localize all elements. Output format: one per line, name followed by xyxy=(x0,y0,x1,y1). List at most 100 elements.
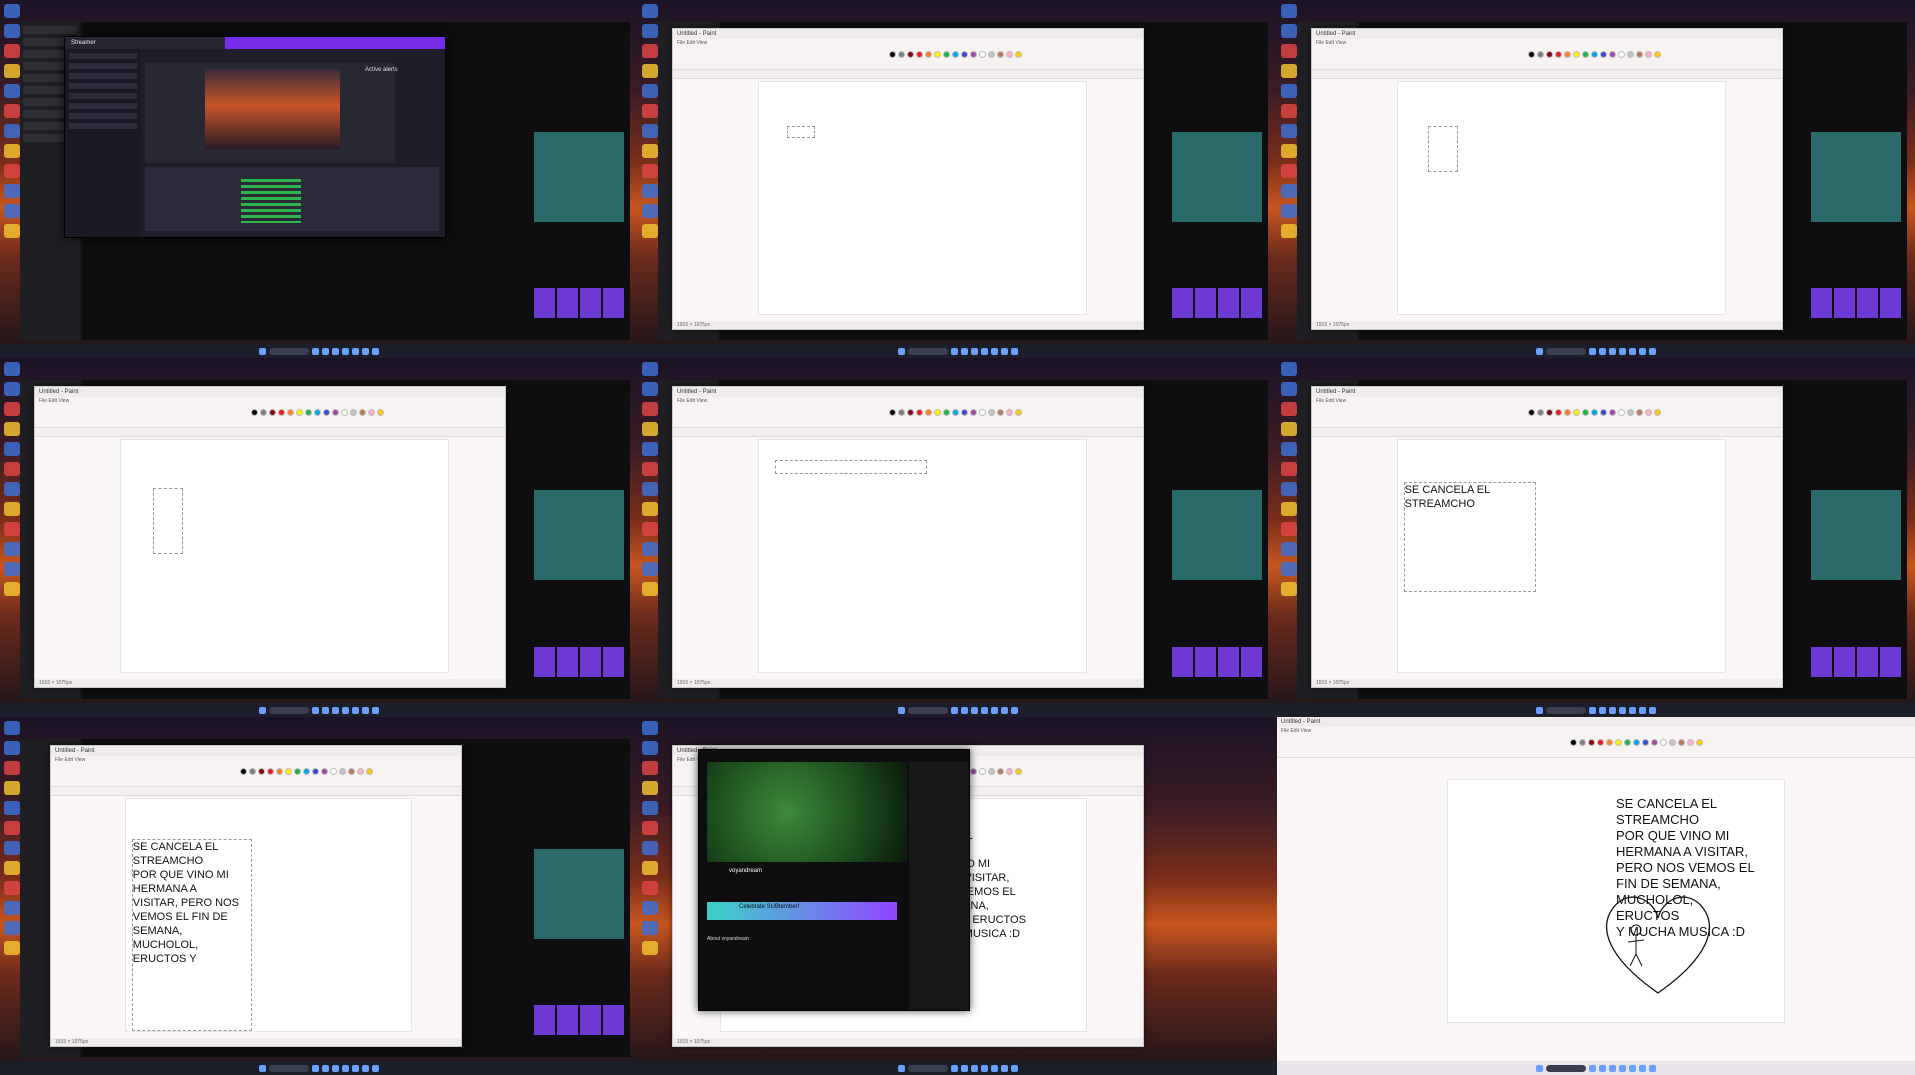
color-swatch[interactable] xyxy=(1555,51,1563,58)
color-swatch[interactable] xyxy=(260,409,268,416)
text-box[interactable]: SE CANCELA EL STREAMCHO POR QUE VINO MI … xyxy=(1616,796,1756,939)
paint-canvas[interactable]: SE CANCELA EL STREAMCHO POR QUE VINO MI … xyxy=(1447,779,1785,1023)
color-swatch[interactable] xyxy=(1669,739,1677,746)
color-swatch[interactable] xyxy=(970,768,978,775)
color-swatch[interactable] xyxy=(1582,409,1590,416)
paint-window[interactable]: Untitled - Paint File Edit View SE CANCE… xyxy=(1311,386,1783,688)
color-swatch[interactable] xyxy=(943,409,951,416)
paint-menu[interactable]: File Edit View xyxy=(51,756,461,764)
color-swatch[interactable] xyxy=(269,409,277,416)
color-swatch[interactable] xyxy=(314,409,322,416)
taskbar[interactable] xyxy=(1277,344,1915,358)
color-swatch[interactable] xyxy=(943,51,951,58)
color-swatch[interactable] xyxy=(293,768,301,775)
color-swatch[interactable] xyxy=(1015,768,1023,775)
color-swatch[interactable] xyxy=(979,409,987,416)
paint-menu[interactable]: File Edit View xyxy=(35,397,505,405)
ad-panel[interactable] xyxy=(1172,490,1262,580)
color-swatch[interactable] xyxy=(1537,51,1545,58)
text-toolbar[interactable] xyxy=(1312,70,1782,79)
search-box[interactable] xyxy=(269,706,309,714)
paint-ribbon[interactable] xyxy=(1277,735,1915,758)
color-palette[interactable] xyxy=(1528,409,1662,416)
taskbar[interactable] xyxy=(638,1061,1277,1075)
paint-window[interactable]: Untitled - Paint File Edit View 1915 × 1… xyxy=(34,386,506,688)
color-swatch[interactable] xyxy=(338,768,346,775)
color-swatch[interactable] xyxy=(997,768,1005,775)
paint-window[interactable]: Untitled - Paint File Edit View 1915 × 1… xyxy=(672,28,1144,330)
stream-video[interactable] xyxy=(707,762,907,862)
color-swatch[interactable] xyxy=(1654,409,1662,416)
color-swatch[interactable] xyxy=(356,768,364,775)
color-swatch[interactable] xyxy=(907,409,915,416)
color-swatch[interactable] xyxy=(329,768,337,775)
channel-name[interactable]: voyandream xyxy=(729,868,762,874)
color-swatch[interactable] xyxy=(347,768,355,775)
color-swatch[interactable] xyxy=(257,768,265,775)
color-swatch[interactable] xyxy=(239,768,247,775)
paint-canvas[interactable] xyxy=(119,439,449,673)
text-toolbar[interactable] xyxy=(673,70,1143,79)
color-swatch[interactable] xyxy=(278,409,286,416)
color-palette[interactable] xyxy=(239,768,373,775)
ad-panel[interactable] xyxy=(1811,490,1901,580)
paint-menu[interactable]: File Edit View xyxy=(1312,39,1782,47)
ad-panel[interactable] xyxy=(1811,132,1901,222)
thumbnail-strip[interactable] xyxy=(534,647,624,677)
color-swatch[interactable] xyxy=(248,768,256,775)
color-swatch[interactable] xyxy=(988,768,996,775)
color-swatch[interactable] xyxy=(368,409,376,416)
paint-window[interactable]: Untitled - Paint File Edit View SE CANCE… xyxy=(1277,717,1915,1075)
color-swatch[interactable] xyxy=(1606,739,1614,746)
color-swatch[interactable] xyxy=(311,768,319,775)
paint-ribbon[interactable] xyxy=(673,47,1143,70)
color-swatch[interactable] xyxy=(377,409,385,416)
color-swatch[interactable] xyxy=(1591,51,1599,58)
taskbar[interactable] xyxy=(0,703,638,717)
color-swatch[interactable] xyxy=(350,409,358,416)
color-swatch[interactable] xyxy=(1654,51,1662,58)
color-swatch[interactable] xyxy=(988,51,996,58)
color-swatch[interactable] xyxy=(1564,51,1572,58)
color-swatch[interactable] xyxy=(925,409,933,416)
paint-ribbon[interactable] xyxy=(1312,405,1782,428)
color-swatch[interactable] xyxy=(296,409,304,416)
thumbnail-strip[interactable] xyxy=(534,288,624,318)
color-swatch[interactable] xyxy=(889,409,897,416)
thumbnail-strip[interactable] xyxy=(1811,647,1901,677)
color-swatch[interactable] xyxy=(1645,51,1653,58)
color-swatch[interactable] xyxy=(961,409,969,416)
color-swatch[interactable] xyxy=(1687,739,1695,746)
color-swatch[interactable] xyxy=(1645,409,1653,416)
color-swatch[interactable] xyxy=(1651,739,1659,746)
color-palette[interactable] xyxy=(251,409,385,416)
color-swatch[interactable] xyxy=(1696,739,1704,746)
color-palette[interactable] xyxy=(889,51,1023,58)
text-toolbar[interactable] xyxy=(35,428,505,437)
thumbnail-strip[interactable] xyxy=(1811,288,1901,318)
color-swatch[interactable] xyxy=(970,409,978,416)
color-swatch[interactable] xyxy=(952,409,960,416)
taskbar[interactable] xyxy=(1277,1061,1915,1075)
paint-canvas[interactable] xyxy=(757,81,1087,315)
text-box[interactable] xyxy=(786,126,815,138)
color-swatch[interactable] xyxy=(997,51,1005,58)
color-swatch[interactable] xyxy=(1597,739,1605,746)
color-swatch[interactable] xyxy=(365,768,373,775)
paint-menu[interactable]: File Edit View xyxy=(673,397,1143,405)
paint-window[interactable]: Untitled - Paint File Edit View SE CANCE… xyxy=(50,745,462,1047)
color-swatch[interactable] xyxy=(251,409,259,416)
color-swatch[interactable] xyxy=(1564,409,1572,416)
paint-window[interactable]: Untitled - Paint File Edit View 1915 × 1… xyxy=(1311,28,1783,330)
text-box[interactable]: SE CANCELA EL STREAMCHO POR QUE VINO MI … xyxy=(131,839,252,1031)
color-swatch[interactable] xyxy=(1591,409,1599,416)
color-swatch[interactable] xyxy=(979,51,987,58)
color-swatch[interactable] xyxy=(898,409,906,416)
color-swatch[interactable] xyxy=(961,51,969,58)
color-swatch[interactable] xyxy=(1015,409,1023,416)
search-box[interactable] xyxy=(1546,706,1586,714)
color-swatch[interactable] xyxy=(266,768,274,775)
taskbar[interactable] xyxy=(0,344,638,358)
color-swatch[interactable] xyxy=(305,409,313,416)
ad-panel[interactable] xyxy=(534,849,624,939)
